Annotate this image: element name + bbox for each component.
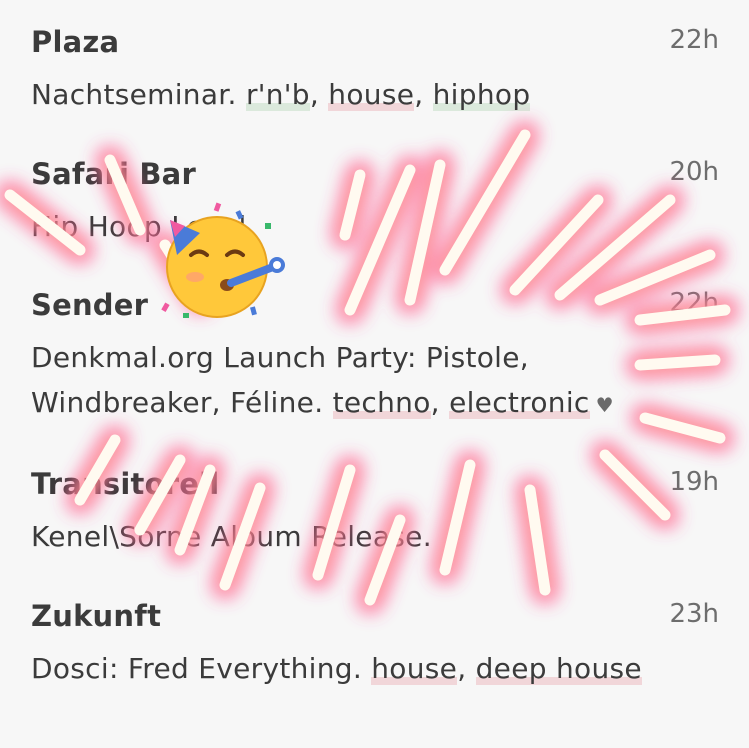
event-item-sender[interactable]: Sender 22h Denkmal.org Launch Party: Pis… bbox=[31, 288, 719, 428]
description-text: Kenel\Sorne Album Release. bbox=[31, 520, 432, 553]
genre-tag[interactable]: techno bbox=[332, 386, 431, 427]
event-time: 19h bbox=[669, 467, 719, 497]
event-description: Dosci: Fred Everything. house, deep hous… bbox=[31, 646, 671, 693]
description-text: Windbreaker, Féline. bbox=[31, 386, 324, 419]
genre-tag[interactable]: electronic bbox=[449, 386, 590, 427]
event-item-safari-bar[interactable]: Safari Bar 20h Hip Hoop Level bbox=[31, 157, 719, 257]
event-item-zukunft[interactable]: Zukunft 23h Dosci: Fred Everything. hous… bbox=[31, 599, 719, 699]
genre-tag[interactable]: house bbox=[371, 652, 458, 693]
event-description: Hip Hoop Level bbox=[31, 204, 671, 249]
event-description: Denkmal.org Launch Party: Pistole, Windb… bbox=[31, 335, 671, 428]
venue-name: Safari Bar bbox=[31, 157, 196, 191]
event-time: 22h bbox=[669, 288, 719, 318]
event-list: Plaza 22h Nachtseminar. r'n'b, house, hi… bbox=[0, 0, 749, 748]
event-time: 20h bbox=[669, 157, 719, 187]
description-text: Nachtseminar. bbox=[31, 78, 237, 111]
venue-name: Plaza bbox=[31, 25, 120, 59]
description-text: Dosci: Fred Everything. bbox=[31, 652, 363, 685]
event-time: 22h bbox=[669, 25, 719, 55]
partying-face-emoji-icon bbox=[161, 202, 285, 318]
genre-tag[interactable]: r'n'b bbox=[245, 78, 310, 119]
event-item-plaza[interactable]: Plaza 22h Nachtseminar. r'n'b, house, hi… bbox=[31, 25, 719, 125]
venue-name: Transitorell bbox=[31, 467, 220, 501]
venue-name: Zukunft bbox=[31, 599, 162, 633]
genre-tag[interactable]: house bbox=[328, 78, 415, 119]
genre-tag[interactable]: deep house bbox=[475, 652, 642, 693]
event-item-transitorell[interactable]: Transitorell 19h Kenel\Sorne Album Relea… bbox=[31, 467, 719, 567]
venue-name: Sender bbox=[31, 288, 149, 322]
event-description: Nachtseminar. r'n'b, house, hiphop bbox=[31, 72, 671, 119]
description-line: Windbreaker, Féline. techno, electronic ♥ bbox=[31, 380, 671, 428]
heart-icon[interactable]: ♥ bbox=[596, 393, 614, 417]
genre-tag[interactable]: hiphop bbox=[432, 78, 531, 119]
event-description: Kenel\Sorne Album Release. bbox=[31, 514, 671, 559]
event-time: 23h bbox=[669, 599, 719, 629]
description-line: Denkmal.org Launch Party: Pistole, bbox=[31, 341, 529, 374]
